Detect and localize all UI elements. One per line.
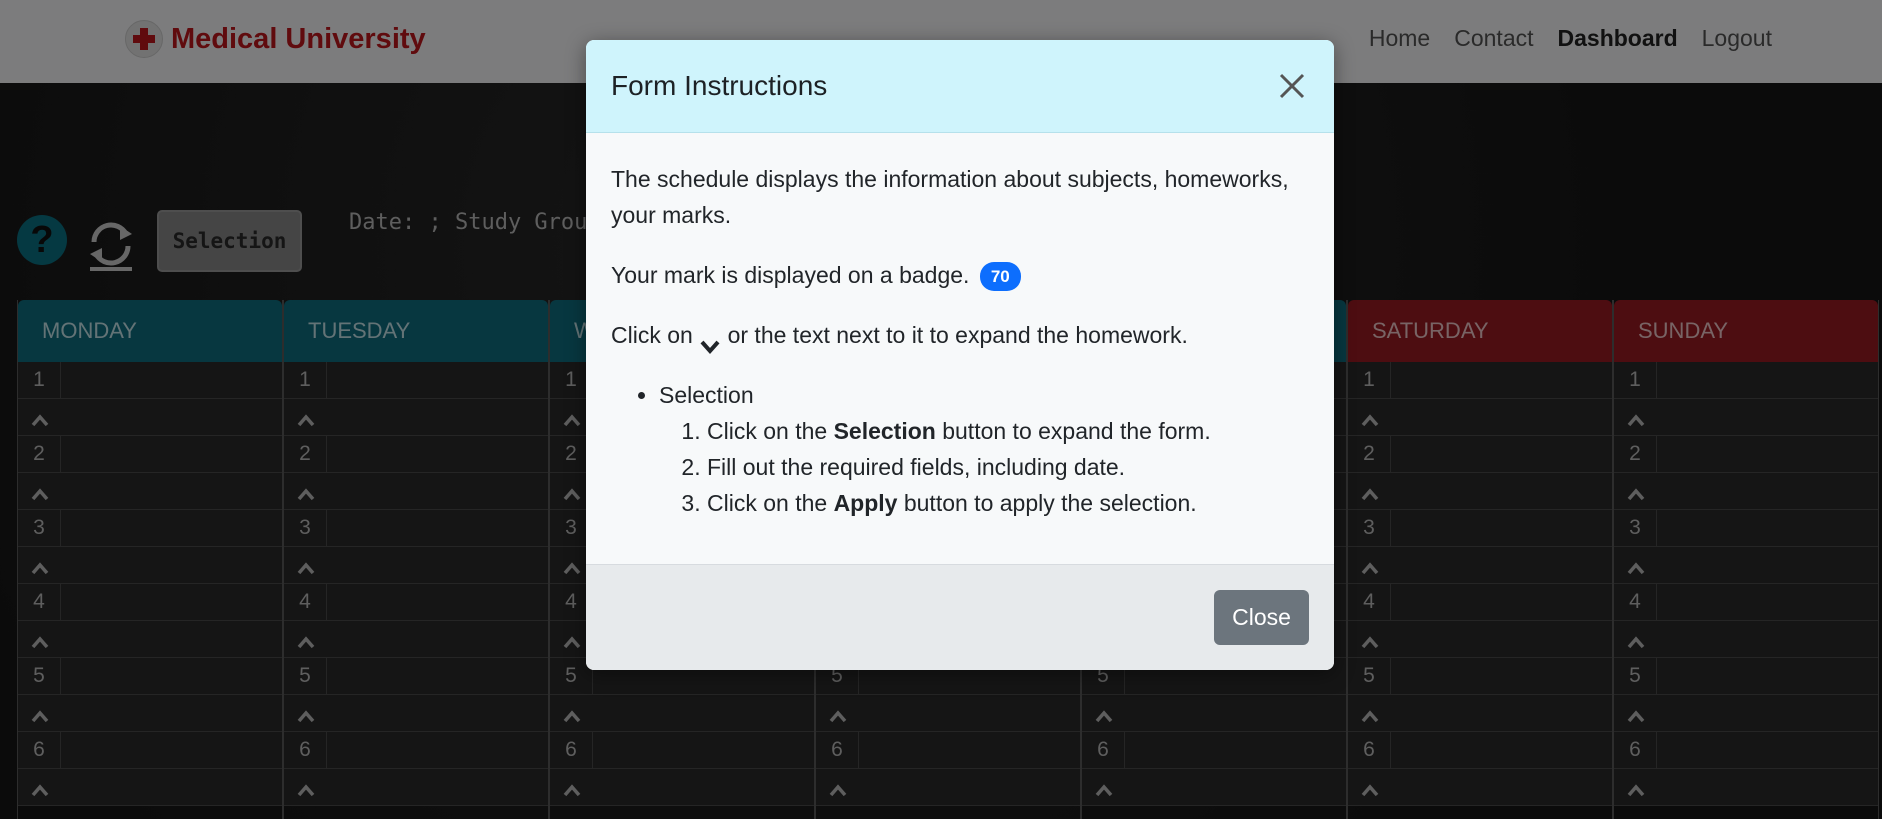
modal-paragraph-badge: Your mark is displayed on a badge. 70: [611, 257, 1309, 293]
expand-text-before: Click on: [611, 322, 693, 348]
modal-body: The schedule displays the information ab…: [586, 133, 1334, 521]
badge-description: Your mark is displayed on a badge.: [611, 262, 970, 288]
mark-badge: 70: [979, 262, 1021, 292]
step-item: Click on the Apply button to apply the s…: [707, 485, 1309, 521]
instructions-modal: Form Instructions The schedule displays …: [586, 40, 1334, 670]
list-item: Selection Click on the Selection button …: [659, 377, 1309, 521]
instructions-list: Selection Click on the Selection button …: [659, 377, 1309, 521]
close-button[interactable]: Close: [1214, 590, 1309, 645]
close-icon[interactable]: [1274, 68, 1310, 104]
chevron-down-icon: [699, 329, 721, 354]
modal-title: Form Instructions: [611, 70, 828, 101]
modal-paragraph-expand: Click on or the text next to it to expan…: [611, 317, 1309, 354]
modal-paragraph-schedule: The schedule displays the information ab…: [611, 166, 1289, 228]
modal-footer: Close: [586, 564, 1334, 670]
modal-header: Form Instructions: [586, 40, 1334, 133]
step-item: Fill out the required fields, including …: [707, 449, 1309, 485]
list-item-selection: Selection: [659, 382, 754, 408]
expand-text-after: or the text next to it to expand the hom…: [727, 322, 1188, 348]
step-item: Click on the Selection button to expand …: [707, 413, 1309, 449]
selection-steps: Click on the Selection button to expand …: [683, 413, 1309, 521]
